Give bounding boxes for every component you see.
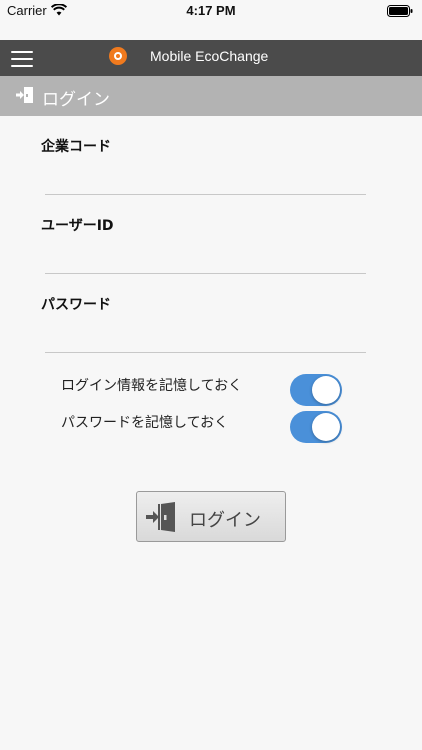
password-input[interactable] [45,327,366,353]
company-code-input[interactable] [45,169,366,195]
password-label: パスワード [41,297,111,313]
login-door-icon [146,502,175,532]
login-door-icon [16,87,33,103]
battery-icon [387,5,413,17]
logo-icon [109,47,127,65]
app-bar: Mobile EcoChange [0,40,422,76]
remember-login-label: ログイン情報を記憶しておく [61,378,243,394]
user-id-input[interactable] [45,248,366,274]
login-button-label: ログイン [189,510,261,531]
company-code-label: 企業コード [41,139,111,155]
status-bar: Carrier 4:17 PM [0,0,422,22]
login-button[interactable]: ログイン [136,491,286,542]
app-title: Mobile EcoChange [150,48,269,64]
remember-password-label: パスワードを記憶しておく [61,415,229,431]
toggle-knob [312,376,340,404]
remember-password-toggle[interactable] [290,411,342,443]
page-header: ログイン [0,76,422,116]
user-id-label: ユーザーID [41,218,114,234]
page-title: ログイン [42,90,110,110]
menu-icon[interactable] [11,51,33,67]
status-time: 4:17 PM [186,3,236,18]
toggle-knob [312,413,340,441]
remember-login-toggle[interactable] [290,374,342,406]
